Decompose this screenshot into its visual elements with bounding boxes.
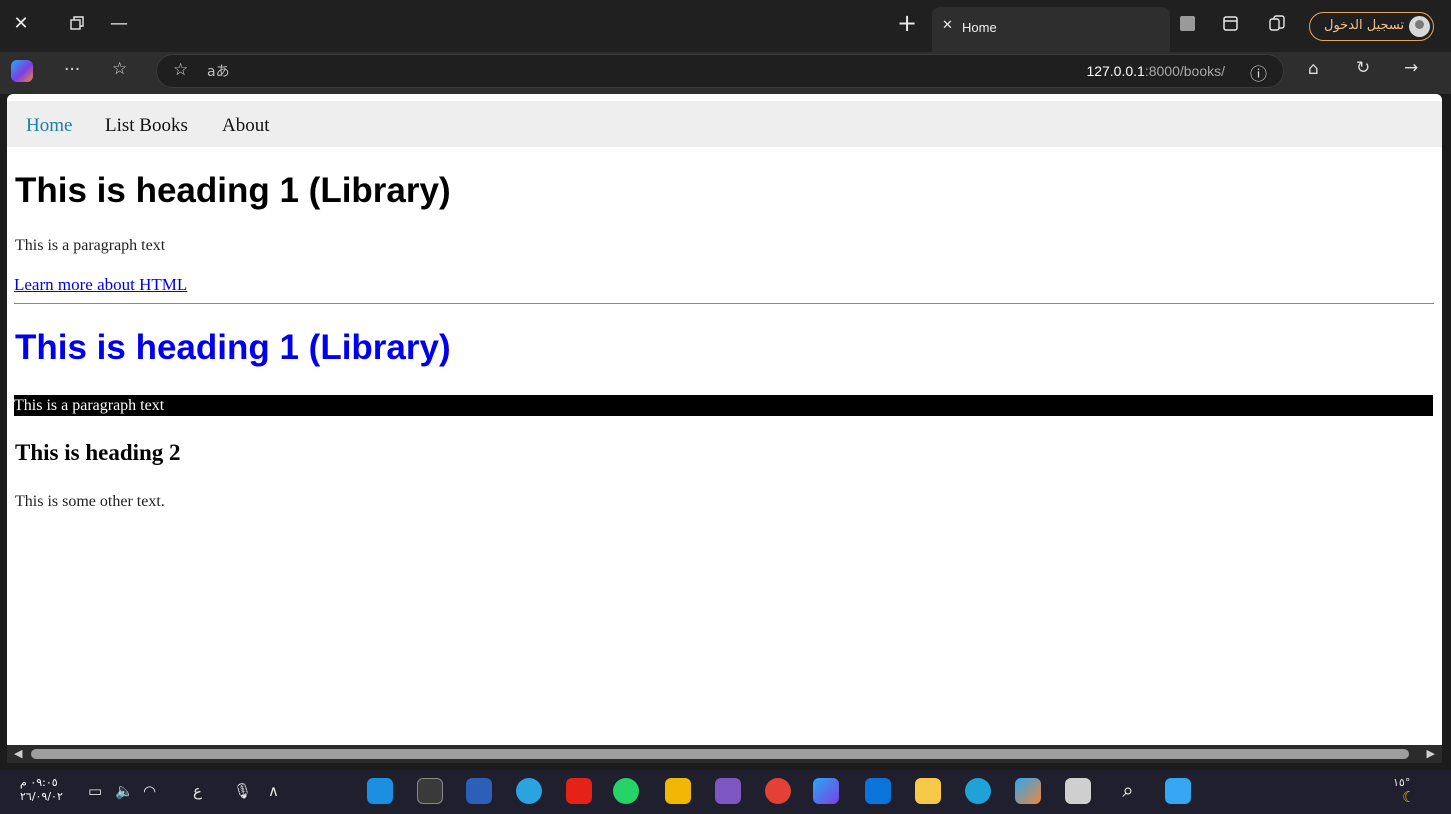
tab-home[interactable]: ✕ Home — [932, 7, 1170, 52]
sign-in-button[interactable]: تسجيل الدخول — [1309, 12, 1434, 41]
terminal-icon[interactable] — [417, 778, 443, 804]
scroll-right-icon[interactable]: ▶ — [1427, 747, 1435, 760]
collections-button[interactable] — [1262, 8, 1292, 38]
url-text[interactable]: 127.0.0.1:8000/books/ — [1086, 63, 1225, 79]
forward-button[interactable]: → — [1404, 58, 1418, 78]
close-icon: ✕ — [13, 12, 29, 34]
home-button[interactable]: ⌂ — [1308, 59, 1319, 79]
start-icon[interactable] — [1165, 778, 1191, 804]
tab-actions-icon — [1179, 15, 1195, 31]
page-heading-blue: This is heading 1 (Library) — [15, 328, 451, 367]
arrow-right-icon: → — [1404, 58, 1419, 78]
visual-studio-icon[interactable] — [715, 778, 741, 804]
sign-in-label: تسجيل الدخول — [1324, 18, 1405, 33]
youtube-icon[interactable] — [566, 778, 592, 804]
url-path: :8000/books/ — [1144, 63, 1225, 79]
paragraph-other: This is some other text. — [15, 493, 165, 510]
outlook-icon[interactable] — [865, 778, 891, 804]
favorites-list-icon: ☆ — [112, 59, 128, 79]
nav-link-about[interactable]: About — [222, 115, 270, 137]
nav-link-home[interactable]: Home — [26, 115, 72, 137]
url-host: 127.0.0.1 — [1086, 63, 1145, 79]
wifi-icon[interactable]: ◠ — [143, 782, 156, 800]
minimize-window-button[interactable]: — — [104, 8, 134, 38]
copilot-icon — [11, 60, 33, 82]
home-icon: ⌂ — [1308, 59, 1319, 79]
system-clock[interactable]: ٠٩:٠٥ م ٢٦/٠٩/٠٢ — [20, 776, 63, 804]
chrome-icon[interactable] — [765, 778, 791, 804]
divider — [14, 303, 1434, 304]
plus-icon: + — [896, 9, 918, 37]
scrollbar-thumb[interactable] — [31, 749, 1409, 759]
collections-icon — [1269, 15, 1285, 31]
word-icon[interactable] — [466, 778, 492, 804]
weather-moon-icon: ☾ — [1402, 788, 1416, 806]
edge-icon[interactable] — [965, 778, 991, 804]
more-icon: ··· — [64, 60, 81, 80]
restore-icon — [70, 16, 84, 30]
volume-icon[interactable]: 🔈 — [115, 782, 134, 800]
whatsapp-icon[interactable] — [613, 778, 639, 804]
clock-time: ٠٩:٠٥ م — [20, 776, 58, 789]
new-tab-button[interactable]: + — [892, 8, 922, 38]
paragraph-highlighted: This is a paragraph text — [14, 395, 1433, 416]
avatar-icon — [1409, 16, 1430, 37]
horizontal-scrollbar[interactable]: ◀ ▶ — [7, 745, 1442, 763]
tab-close-icon[interactable]: ✕ — [942, 18, 953, 33]
copilot-app-icon[interactable] — [1015, 778, 1041, 804]
file-explorer-icon[interactable] — [665, 778, 691, 804]
read-aloud-icon[interactable]: aあ — [207, 61, 230, 81]
split-screen-button[interactable] — [1215, 8, 1245, 38]
telegram-icon[interactable] — [516, 778, 542, 804]
paragraph-text: This is a paragraph text — [15, 237, 166, 254]
clock-date: ٢٦/٠٩/٠٢ — [20, 790, 63, 803]
split-screen-icon — [1222, 15, 1238, 31]
vscode-icon[interactable] — [367, 778, 393, 804]
microphone-icon[interactable]: 🎙 — [233, 782, 252, 800]
input-language-indicator[interactable]: ع — [193, 782, 202, 800]
page-viewport: Home List Books About This is heading 1 … — [7, 94, 1442, 745]
tab-actions-button[interactable] — [1172, 8, 1202, 38]
omnibox[interactable]: ☆ aあ 127.0.0.1:8000/books/ ⓘ — [156, 54, 1284, 88]
favorites-button[interactable]: ☆ — [112, 59, 127, 79]
tab-title: Home — [962, 20, 997, 35]
store-icon[interactable] — [915, 778, 941, 804]
address-bar-row: ··· ☆ ☆ aあ 127.0.0.1:8000/books/ ⓘ ⌂ ↻ → — [0, 52, 1451, 94]
add-favorite-icon[interactable]: ☆ — [173, 60, 188, 80]
title-bar: ✕ — + ✕ Home تسجيل الدخول — [0, 0, 1451, 52]
restore-window-button[interactable] — [62, 8, 92, 38]
refresh-icon: ↻ — [1356, 58, 1371, 78]
battery-icon[interactable]: ▭ — [88, 782, 102, 800]
taskbar: ٠٩:٠٥ م ٢٦/٠٩/٠٢ ▭ 🔈 ◠ ع 🎙 ∧ ⌕ ١٥° ☾ — [0, 770, 1451, 814]
scroll-left-icon[interactable]: ◀ — [14, 747, 22, 760]
nav-link-list-books[interactable]: List Books — [105, 115, 188, 137]
more-options-button[interactable]: ··· — [64, 60, 80, 80]
chevron-up-icon[interactable]: ∧ — [268, 782, 279, 800]
task-view-icon[interactable] — [1065, 778, 1091, 804]
refresh-button[interactable]: ↻ — [1356, 58, 1370, 78]
minimize-icon: — — [110, 12, 128, 34]
site-info-icon[interactable]: ⓘ — [1250, 60, 1267, 85]
copilot-button[interactable] — [11, 60, 33, 82]
page-heading: This is heading 1 (Library) — [15, 171, 451, 210]
subheading: This is heading 2 — [15, 440, 181, 465]
close-window-button[interactable]: ✕ — [6, 8, 36, 38]
search-icon[interactable]: ⌕ — [1115, 778, 1141, 804]
learn-more-link[interactable]: Learn more about HTML — [14, 275, 187, 295]
site-nav: Home List Books About — [7, 101, 1442, 147]
m365-icon[interactable] — [813, 778, 839, 804]
